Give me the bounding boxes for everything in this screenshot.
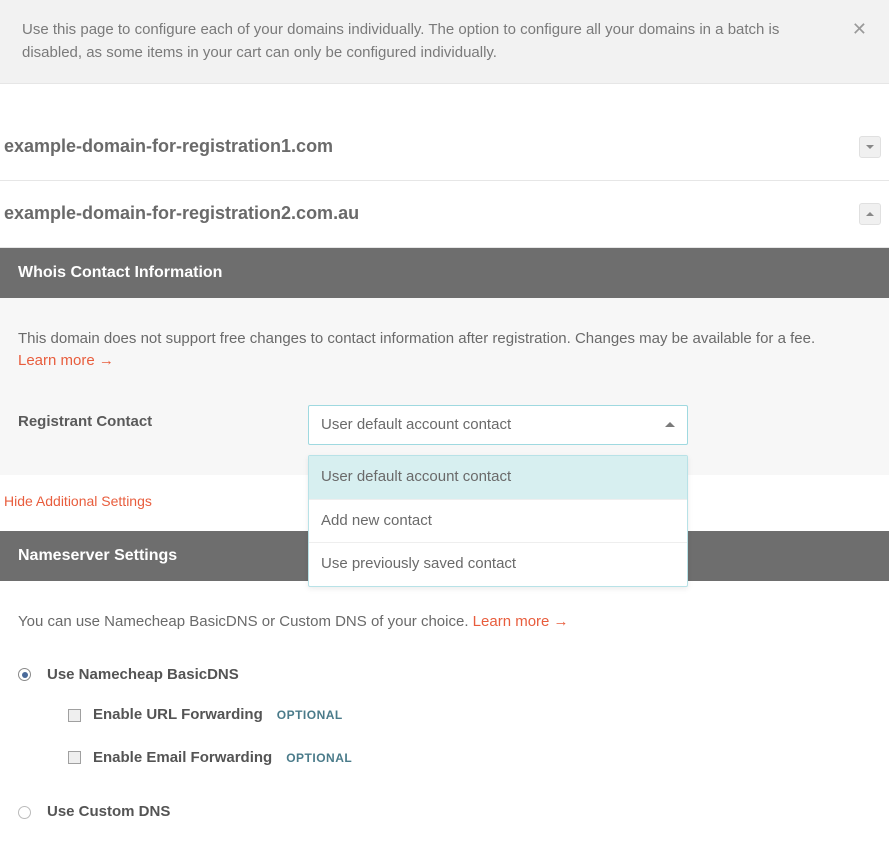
domain-name-1: example-domain-for-registration1.com (4, 136, 333, 157)
nameserver-section-body: You can use Namecheap BasicDNS or Custom… (0, 581, 889, 862)
chevron-up-icon (866, 212, 874, 216)
registrant-contact-select[interactable]: User default account contact (308, 405, 688, 446)
whois-section-header: Whois Contact Information (0, 248, 889, 298)
optional-tag-email: OPTIONAL (286, 749, 352, 767)
domain-name-2: example-domain-for-registration2.com.au (4, 203, 359, 224)
radio-basicdns[interactable] (18, 668, 31, 681)
dropdown-option-default[interactable]: User default account contact (309, 456, 687, 500)
whois-notice-text: This domain does not support free change… (18, 330, 815, 347)
registrant-contact-label: Registrant Contact (18, 405, 308, 434)
dropdown-option-add-new[interactable]: Add new contact (309, 500, 687, 544)
nameserver-learn-more-link[interactable]: Learn more → (473, 613, 569, 630)
chevron-up-icon (665, 422, 675, 427)
radio-customdns[interactable] (18, 806, 31, 819)
registrant-contact-selected: User default account contact (321, 414, 511, 437)
info-alert-text: Use this page to configure each of your … (22, 18, 852, 65)
dropdown-option-saved[interactable]: Use previously saved contact (309, 543, 687, 586)
ns-label-basicdns: Use Namecheap BasicDNS (47, 664, 239, 687)
whois-learn-more-link[interactable]: Learn more → (18, 352, 114, 369)
ns-option-customdns[interactable]: Use Custom DNS (18, 793, 871, 832)
domain-row-2[interactable]: example-domain-for-registration2.com.au (0, 181, 889, 248)
optional-tag-url: OPTIONAL (277, 706, 343, 724)
registrant-contact-menu: User default account contact Add new con… (308, 455, 688, 587)
info-alert: Use this page to configure each of your … (0, 0, 889, 84)
checkbox-email-forwarding[interactable] (68, 751, 81, 764)
whois-section-body: This domain does not support free change… (0, 298, 889, 476)
hide-additional-settings-link[interactable]: Hide Additional Settings (4, 493, 152, 509)
nameserver-intro-text: You can use Namecheap BasicDNS or Custom… (18, 613, 473, 630)
close-icon[interactable]: ✕ (852, 18, 867, 38)
expand-toggle-1[interactable] (859, 136, 881, 158)
label-url-forwarding: Enable URL Forwarding (93, 704, 263, 727)
expand-toggle-2[interactable] (859, 203, 881, 225)
sub-option-email-forwarding[interactable]: Enable Email Forwarding OPTIONAL (38, 737, 871, 780)
domain-row-1[interactable]: example-domain-for-registration1.com (0, 114, 889, 181)
label-email-forwarding: Enable Email Forwarding (93, 747, 272, 770)
ns-option-basicdns[interactable]: Use Namecheap BasicDNS (18, 656, 871, 695)
registrant-contact-row: Registrant Contact User default account … (18, 405, 871, 446)
sub-option-url-forwarding[interactable]: Enable URL Forwarding OPTIONAL (38, 694, 871, 737)
ns-label-customdns: Use Custom DNS (47, 801, 170, 824)
chevron-down-icon (866, 145, 874, 149)
registrant-contact-dropdown: User default account contact User defaul… (308, 405, 688, 446)
checkbox-url-forwarding[interactable] (68, 709, 81, 722)
